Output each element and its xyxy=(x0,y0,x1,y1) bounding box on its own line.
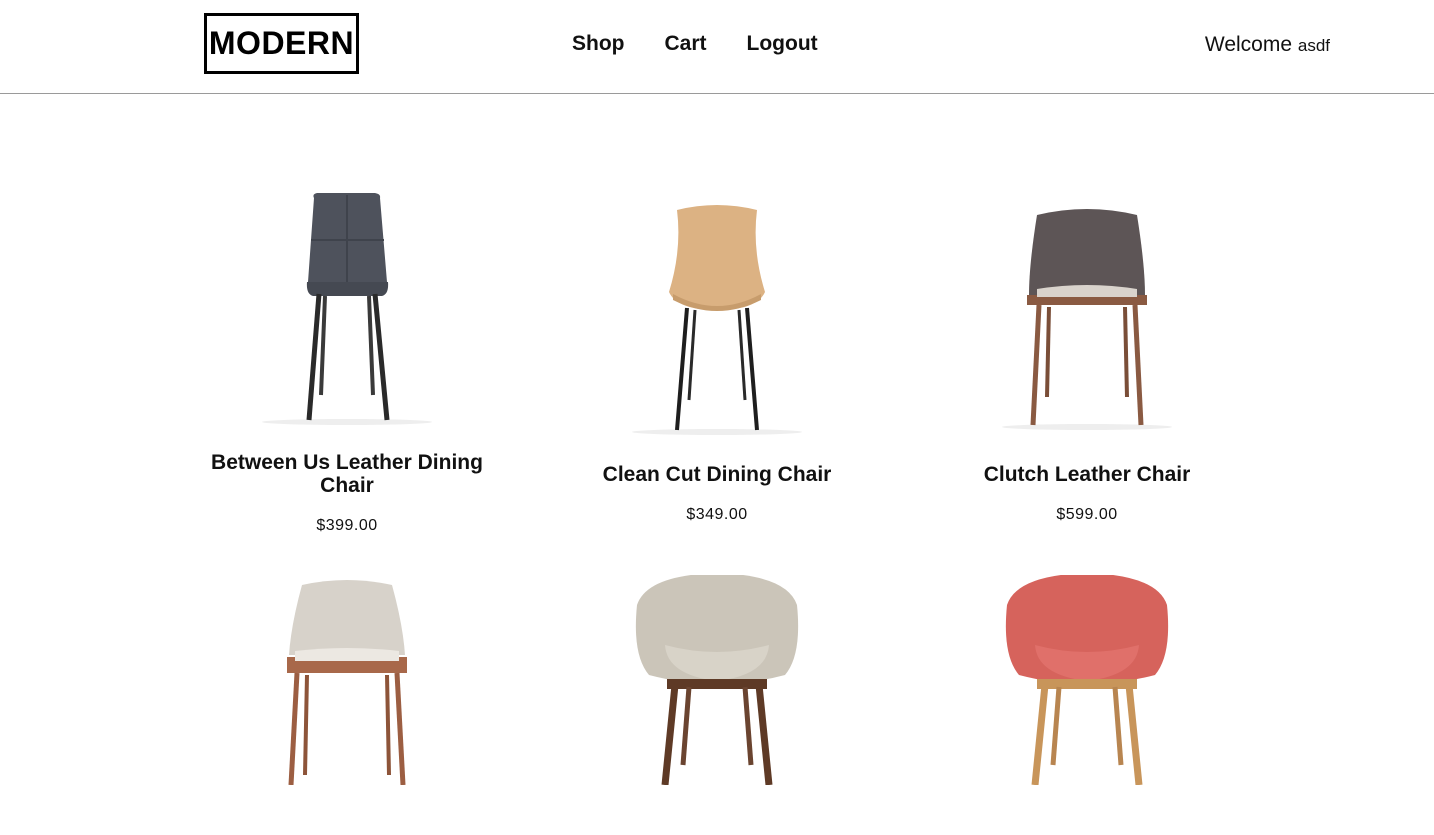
product-price: $399.00 xyxy=(316,517,378,534)
site-header: MODERN Shop Cart Logout Welcome asdf xyxy=(0,0,1434,94)
welcome-message: Welcome asdf xyxy=(1205,31,1330,60)
nav-shop-link[interactable]: Shop xyxy=(572,30,625,58)
nav-cart-link[interactable]: Cart xyxy=(665,30,707,58)
lounge-chair-grey-icon[interactable] xyxy=(247,575,447,835)
dining-chair-wood-icon[interactable] xyxy=(617,200,817,460)
leather-chair-icon[interactable] xyxy=(987,205,1187,465)
product-title[interactable]: Clutch Leather Chair xyxy=(937,463,1237,486)
dining-chair-grey-icon[interactable] xyxy=(247,190,447,450)
main-nav: Shop Cart Logout xyxy=(572,30,818,58)
logo[interactable]: MODERN xyxy=(204,13,359,74)
product-price: $599.00 xyxy=(1056,506,1118,523)
product-price: $349.00 xyxy=(686,506,748,523)
product-title[interactable]: Between Us Leather Dining Chair xyxy=(197,451,497,497)
armchair-fabric-icon[interactable] xyxy=(617,575,817,835)
nav-logout-link[interactable]: Logout xyxy=(747,30,818,58)
product-title[interactable]: Clean Cut Dining Chair xyxy=(567,463,867,486)
armchair-coral-icon[interactable] xyxy=(987,575,1187,835)
username: asdf xyxy=(1297,36,1330,55)
welcome-label: Welcome xyxy=(1204,33,1293,56)
